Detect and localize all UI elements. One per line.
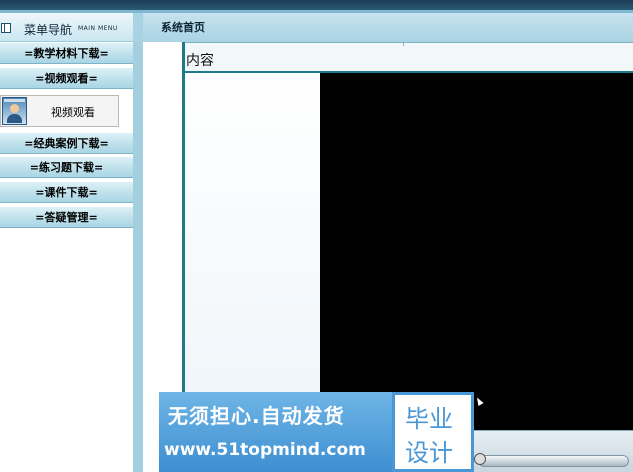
sidebar-divider (133, 13, 143, 472)
main-header: 系统首页 (143, 13, 633, 42)
sidebar-item-video[interactable]: =视频观看= (0, 67, 133, 89)
sidebar-header: 菜单导航 MAIN MENU (0, 13, 133, 42)
player-seek-knob[interactable] (474, 453, 486, 465)
ad-logo-line1: 毕业 (405, 405, 453, 433)
sidebar-item-exercises[interactable]: =练习题下载= (0, 156, 133, 178)
content-left-pane (185, 73, 320, 393)
sidebar-item-qa-management[interactable]: =答疑管理= (0, 206, 133, 228)
content-label: 内容 (186, 53, 214, 69)
sidebar-subitem-video-watch[interactable]: 视频观看 (0, 95, 119, 127)
video-player[interactable] (320, 73, 633, 430)
content-frame-header: 内容 (185, 46, 633, 73)
user-avatar-icon (2, 97, 27, 125)
sidebar-item-classic-cases[interactable]: =经典案例下载= (0, 132, 133, 154)
sidebar-title: 菜单导航 (24, 23, 73, 37)
sidebar-item-teaching-materials[interactable]: =教学材料下载= (0, 42, 133, 64)
top-band (0, 0, 633, 13)
menu-icon (1, 23, 11, 33)
ad-banner-blue: 无须担心.自动发货 www.51topmind.com (159, 392, 392, 472)
sidebar-item-courseware[interactable]: =课件下载= (0, 181, 133, 203)
ad-logo-line2: 设计 (405, 439, 453, 467)
player-control-strip (474, 430, 633, 472)
ad-logo: 毕业 设计 (392, 392, 474, 472)
page-title: 系统首页 (161, 21, 205, 34)
ad-url: www.51topmind.com (164, 440, 366, 460)
sidebar-subtitle: MAIN MENU (78, 25, 118, 32)
ad-slogan: 无须担心.自动发货 (168, 404, 345, 428)
title-bar-left (133, 13, 143, 42)
sidebar-subitem-label: 视频观看 (51, 106, 95, 119)
ad-banner[interactable]: 无须担心.自动发货 www.51topmind.com 毕业 设计 (159, 392, 474, 472)
player-seek-bar[interactable] (478, 455, 629, 467)
